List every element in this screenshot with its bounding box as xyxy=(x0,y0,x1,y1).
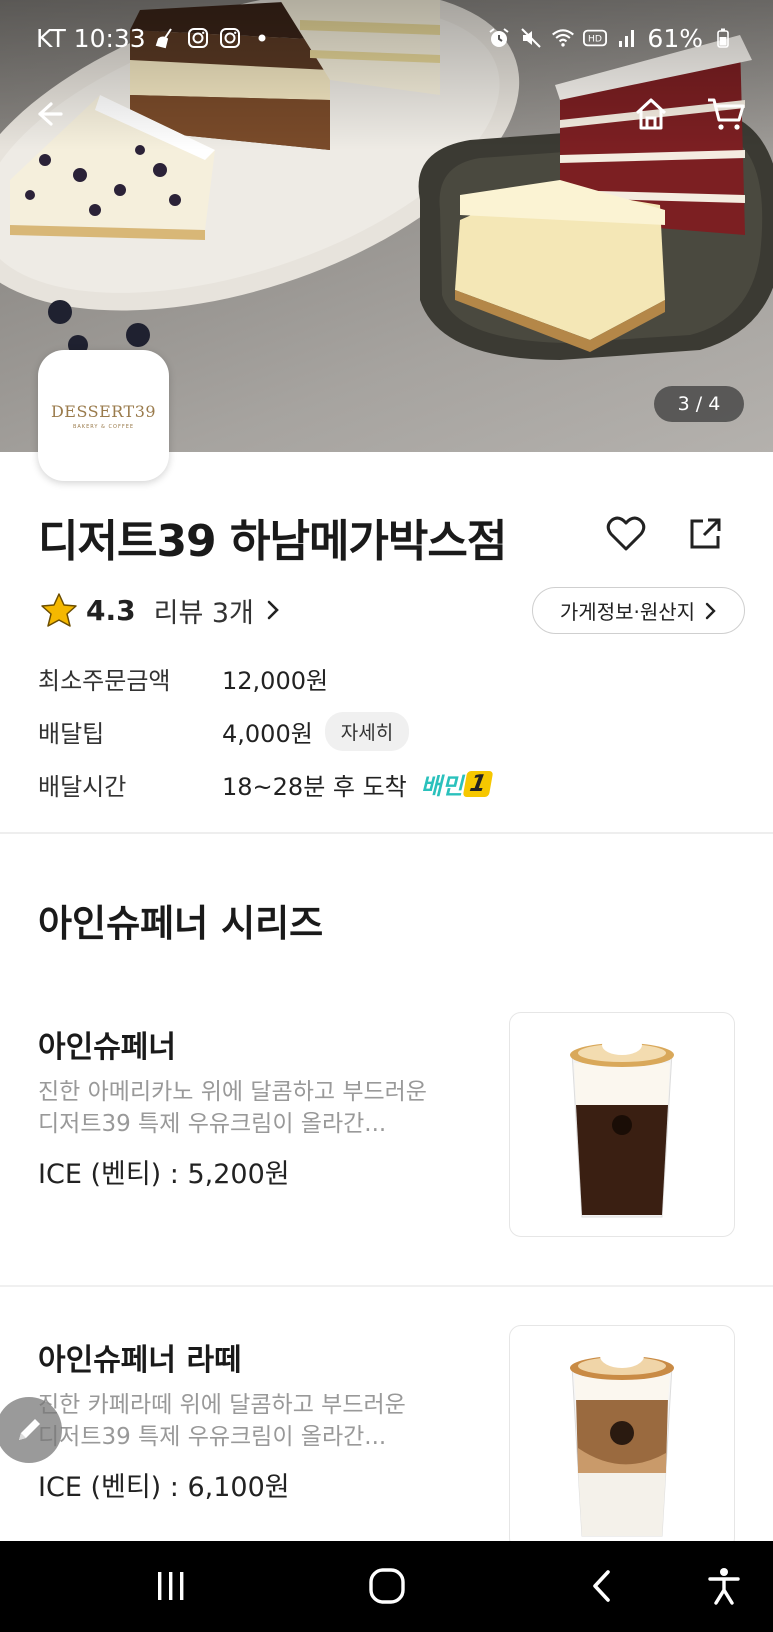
section-divider xyxy=(0,832,773,834)
baemin-badge-text: 배민 xyxy=(420,774,464,800)
delivery-tip-value: 4,000원 xyxy=(222,719,313,748)
delivery-tip-detail-button[interactable]: 자세히 xyxy=(324,711,410,751)
logo-text: DESSERT39 xyxy=(50,401,157,421)
baemin-badge-number: 1 xyxy=(462,771,494,797)
chevron-right-icon xyxy=(705,602,716,619)
edit-pencil-icon xyxy=(19,1419,40,1440)
home-button[interactable] xyxy=(627,90,675,138)
accessibility-icon xyxy=(708,1568,740,1605)
rating-row: 4.3 리뷰 3개 xyxy=(40,588,280,632)
instagram-icon xyxy=(218,26,242,50)
menu-desc-line: 디저트39 특제 우유크림이 올라간... xyxy=(38,1424,387,1450)
back-nav-button[interactable] xyxy=(572,1561,632,1611)
chevron-right-icon xyxy=(267,600,279,620)
delivery-time-label: 배달시간 xyxy=(38,772,127,801)
logo-subtext: BAKERY & COFFEE xyxy=(72,423,135,430)
menu-item-name: 아인슈페너 xyxy=(38,1030,176,1065)
broom-icon xyxy=(154,26,178,50)
notification-dot-icon xyxy=(250,26,274,50)
favorite-button[interactable] xyxy=(602,510,650,558)
reviews-link[interactable]: 리뷰 3개 xyxy=(154,591,280,630)
svg-text:HD: HD xyxy=(588,34,602,45)
delivery-tip-label: 배달팁 xyxy=(38,719,105,748)
back-arrow-icon xyxy=(38,102,63,126)
menu-desc-line: 진한 카페라떼 위에 달콤하고 부드러운 xyxy=(38,1392,406,1418)
back-button[interactable] xyxy=(24,90,72,138)
menu-item-image xyxy=(509,1325,735,1550)
einspanner-drink-image xyxy=(570,1034,674,1217)
hd-icon: HD xyxy=(583,26,608,50)
store-name: 디저트39 하남메가박스점 xyxy=(38,516,507,567)
back-chevron-icon xyxy=(593,1570,610,1602)
cart-button[interactable] xyxy=(702,90,750,138)
battery-percent: 61% xyxy=(647,23,703,53)
share-icon xyxy=(690,518,721,549)
rating-value: 4.3 xyxy=(86,593,136,627)
menu-item-price: ICE (벤티) : 5,200원 xyxy=(38,1159,290,1190)
instagram-icon xyxy=(186,26,210,50)
baemin1-badge: 배민 1 xyxy=(420,767,494,801)
carrier-time: KT 10:33 xyxy=(36,23,146,53)
menu-desc-line: 진한 아메리카노 위에 달콤하고 부드러운 xyxy=(38,1079,427,1105)
recents-icon xyxy=(158,1572,184,1600)
min-order-label: 최소주문금액 xyxy=(38,666,171,695)
menu-item[interactable]: 아인슈페너 진한 아메리카노 위에 달콤하고 부드러운 디저트39 특제 우유크… xyxy=(0,1010,773,1250)
menu-item-description: 진한 카페라떼 위에 달콤하고 부드러운 디저트39 특제 우유크림이 올라간.… xyxy=(38,1389,478,1453)
store-info-label: 가게정보·원산지 xyxy=(559,600,696,624)
heart-icon xyxy=(606,516,646,551)
signal-icon xyxy=(615,26,639,50)
home-circle-icon xyxy=(369,1568,405,1604)
reviews-label: 리뷰 3개 xyxy=(153,597,254,629)
einspanner-latte-drink-image xyxy=(570,1343,674,1536)
menu-item-price: ICE (벤티) : 6,100원 xyxy=(38,1472,290,1503)
menu-item-description: 진한 아메리카노 위에 달콤하고 부드러운 디저트39 특제 우유크림이 올라간… xyxy=(38,1076,478,1140)
cart-icon xyxy=(708,98,745,130)
wifi-icon xyxy=(551,26,575,50)
alarm-icon xyxy=(487,26,511,50)
accessibility-button[interactable] xyxy=(694,1561,754,1611)
menu-desc-line: 디저트39 특제 우유크림이 올라간... xyxy=(38,1111,387,1137)
min-order-value: 12,000원 xyxy=(222,666,329,695)
system-navigation-bar xyxy=(0,1541,773,1632)
image-page-counter: 3 / 4 xyxy=(654,386,744,422)
min-order-row: 최소주문금액 12,000원 xyxy=(38,660,328,696)
menu-item-image xyxy=(509,1012,735,1237)
menu-row-divider xyxy=(0,1285,773,1287)
home-icon xyxy=(635,98,667,130)
share-button[interactable] xyxy=(681,510,729,558)
status-bar: KT 10:33 HD 61% xyxy=(0,18,773,58)
battery-icon xyxy=(711,26,735,50)
delivery-time-row: 배달시간 18~28분 후 도착 배민 1 xyxy=(38,766,494,802)
mute-icon xyxy=(519,26,543,50)
top-navigation xyxy=(0,90,773,140)
home-nav-button[interactable] xyxy=(357,1561,417,1611)
star-icon xyxy=(41,593,77,627)
menu-section-title: 아인슈페너 시리즈 xyxy=(38,902,324,945)
recents-button[interactable] xyxy=(141,1561,201,1611)
delivery-tip-row: 배달팁 4,000원 자세히 xyxy=(38,711,410,751)
delivery-time-value: 18~28분 후 도착 xyxy=(222,772,407,801)
store-info-button[interactable]: 가게정보·원산지 xyxy=(532,587,745,634)
menu-item-name: 아인슈페너 라떼 xyxy=(38,1343,242,1378)
store-logo: DESSERT39 BAKERY & COFFEE xyxy=(38,350,169,481)
menu-item[interactable]: 아인슈페너 라떼 진한 카페라떼 위에 달콤하고 부드러운 디저트39 특제 우… xyxy=(0,1323,773,1550)
